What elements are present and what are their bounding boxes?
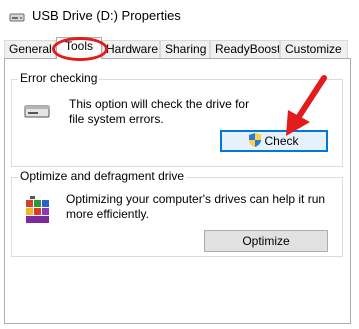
optimize-button[interactable]: Optimize xyxy=(204,230,328,252)
drive-icon xyxy=(24,102,50,123)
optimize-description: Optimizing your computer's drives can he… xyxy=(66,192,326,221)
tab-readyboost[interactable]: ReadyBoost xyxy=(210,40,280,58)
shield-icon xyxy=(249,132,262,150)
tab-general[interactable]: General xyxy=(4,40,56,58)
optimize-group: Optimize and defragment drive Optimizing… xyxy=(11,169,343,257)
window-title: USB Drive (D:) Properties xyxy=(32,8,181,23)
error-checking-description: This option will check the drive for fil… xyxy=(69,97,250,126)
tools-tab-highlight-circle xyxy=(52,37,108,61)
error-checking-heading: Error checking xyxy=(18,71,100,85)
optimize-heading: Optimize and defragment drive xyxy=(18,169,187,183)
defragment-icon xyxy=(24,196,52,229)
usb-drive-icon xyxy=(9,10,25,24)
optimize-button-label: Optimize xyxy=(242,234,290,248)
tab-customize[interactable]: Customize xyxy=(280,40,348,58)
title-bar: USB Drive (D:) Properties xyxy=(0,0,359,34)
tab-sharing[interactable]: Sharing xyxy=(160,40,210,58)
red-arrow-annotation xyxy=(286,75,327,136)
tab-hardware[interactable]: Hardware xyxy=(102,40,160,58)
